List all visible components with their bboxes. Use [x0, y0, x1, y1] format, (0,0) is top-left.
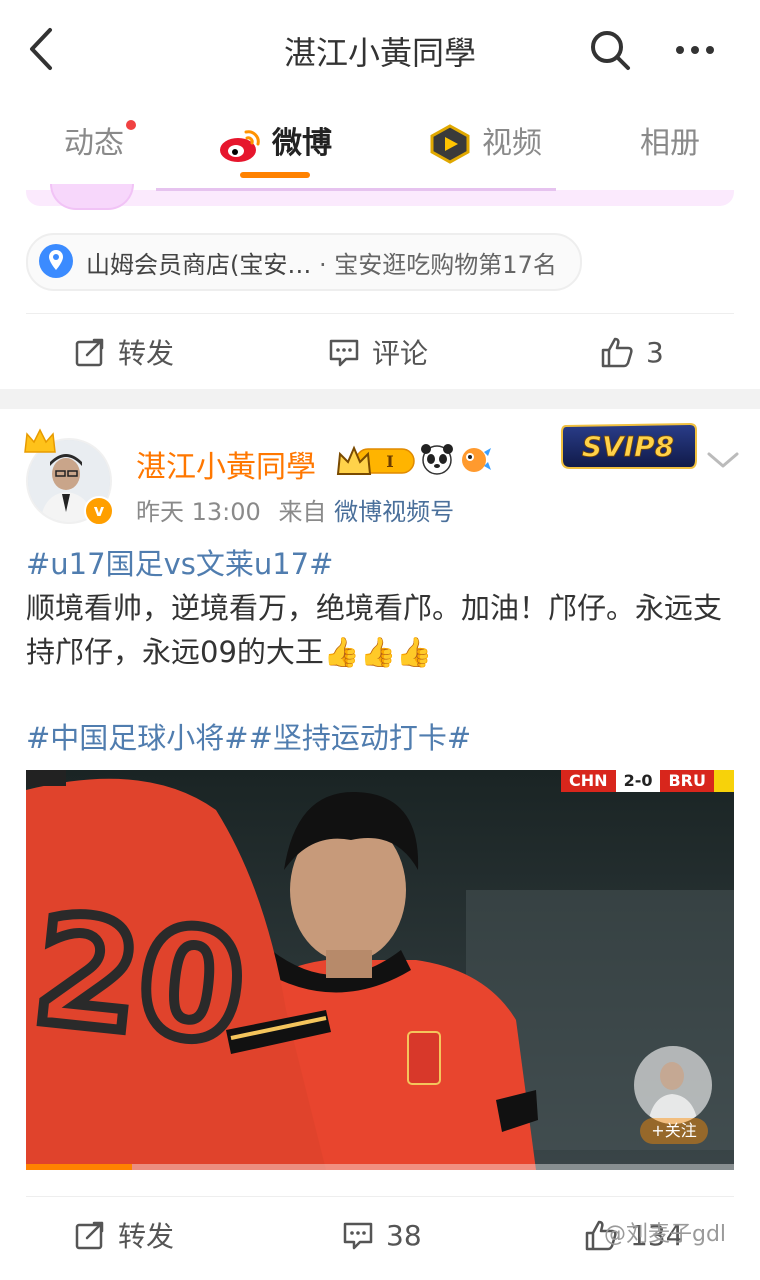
chevron-down-icon[interactable]: [706, 448, 740, 472]
follow-button[interactable]: +关注: [640, 1118, 708, 1144]
tab-feed-label: 动态: [64, 126, 124, 161]
pufferfish-emoji-icon: [462, 448, 491, 472]
level-badge: I: [336, 445, 415, 475]
creator-overlay-avatar[interactable]: [634, 1046, 712, 1124]
comment-button[interactable]: 38: [342, 1215, 422, 1255]
scoreboard: CHN 2-0 BRU: [561, 770, 734, 792]
video-progress-bar[interactable]: [26, 1164, 734, 1170]
page-title: 湛江小黃同學: [283, 34, 476, 72]
post-source[interactable]: 微博视频号: [334, 498, 454, 526]
like-button[interactable]: 3: [600, 332, 664, 372]
tab-weibo[interactable]: 微博: [218, 120, 332, 168]
level-badge-text: I: [386, 452, 393, 471]
more-options-icon[interactable]: [672, 28, 718, 72]
hashtag-link[interactable]: #u17国足vs文莱u17#: [26, 547, 333, 581]
post-hashtag-topic: #u17国足vs文莱u17#: [26, 542, 738, 586]
location-rank: 宝安逛吃购物第17名: [334, 251, 557, 279]
panda-emoji-icon: [421, 444, 453, 475]
repost-button[interactable]: 转发: [74, 1215, 174, 1255]
score-value: 2-0: [615, 770, 661, 792]
location-tag[interactable]: 山姆会员商店(宝安… · 宝安逛吃购物第17名: [26, 233, 582, 291]
tab-feed[interactable]: 动态: [64, 120, 136, 168]
repost-icon: [75, 338, 104, 367]
tab-album-label: 相册: [640, 126, 700, 161]
top-nav-bar: 湛江小黃同學: [0, 0, 760, 99]
post-source-prefix: 来自: [278, 498, 327, 526]
notification-dot: [126, 120, 136, 130]
comment-count: 38: [386, 1218, 422, 1252]
location-separator: ·: [319, 251, 327, 279]
post-meta: 昨天 13:00 来自 微博视频号: [136, 492, 454, 527]
tab-video-label: 视频: [482, 126, 542, 161]
active-tab-indicator: [240, 172, 310, 178]
comment-icon: [343, 1222, 373, 1250]
brunei-flag-icon: [714, 770, 734, 792]
comment-label: 评论: [372, 337, 429, 370]
verified-badge: v: [84, 496, 114, 526]
comment-icon: [329, 339, 359, 367]
author-avatar-wrap[interactable]: v: [22, 426, 114, 526]
video-player[interactable]: 20 CHN 2-0 BRU +关注: [26, 770, 734, 1170]
video-progress-fill: [26, 1164, 133, 1170]
search-icon[interactable]: [588, 28, 632, 72]
like-count: 3: [646, 335, 664, 369]
weibo-logo-icon: [220, 130, 260, 162]
location-pin-icon: [39, 244, 73, 278]
thumbs-up-icon: [601, 337, 633, 368]
svip-badge: SVIP8: [561, 422, 697, 469]
post-time: 昨天 13:00: [136, 498, 261, 526]
hashtag-links[interactable]: #中国足球小将##坚持运动打卡#: [26, 721, 471, 755]
repost-button[interactable]: 转发: [74, 332, 174, 372]
tab-weibo-label: 微博: [272, 126, 332, 161]
score-away-team: BRU: [660, 770, 714, 792]
video-badge-icon: [430, 124, 470, 164]
comment-button[interactable]: 评论: [328, 332, 428, 372]
image-watermark: @刘麦子gdl: [604, 1222, 727, 1247]
previous-post-avatar-edge: [50, 184, 134, 210]
post-body: 顺境看帅，逆境看万，绝境看邝。加油！邝仔。永远支持邝仔，永远09的大王👍👍👍: [26, 591, 723, 669]
author-username[interactable]: 湛江小黃同學: [136, 442, 316, 486]
location-place: 山姆会员商店(宝安…: [86, 251, 312, 279]
previous-post-action-bar: 转发 评论 3: [26, 313, 734, 390]
feed-separator: [0, 389, 760, 409]
score-home-team: CHN: [561, 770, 616, 792]
repost-icon: [75, 1221, 104, 1250]
video-thumbnail: 20: [26, 770, 734, 1170]
svg-text:20: 20: [26, 883, 252, 1078]
repost-label: 转发: [118, 1220, 175, 1253]
repost-label: 转发: [118, 337, 175, 370]
previous-post-divider: [156, 188, 556, 191]
crown-icon: [24, 428, 56, 453]
profile-tabs: 动态 微博 视频 相册: [0, 98, 760, 190]
tab-video[interactable]: 视频: [428, 120, 542, 168]
post-hashtags-footer: #中国足球小将##坚持运动打卡#: [26, 716, 738, 760]
location-text: 山姆会员商店(宝安… · 宝安逛吃购物第17名: [86, 245, 557, 280]
svip-badge-text: SVIP8: [582, 430, 674, 463]
tab-album[interactable]: 相册: [640, 120, 700, 168]
